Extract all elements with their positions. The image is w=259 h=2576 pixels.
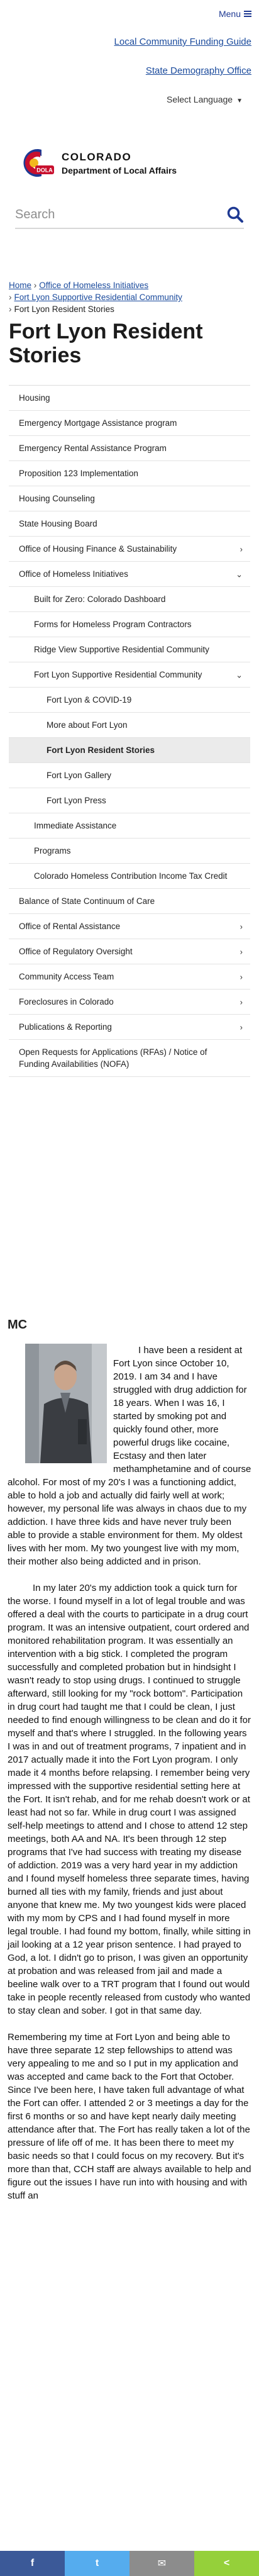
breadcrumb-office-of-homeless-initiatives[interactable]: Office of Homeless Initiatives [39, 281, 148, 290]
chevron-right-icon[interactable]: › [240, 971, 243, 983]
sidebar-item-housing-counseling[interactable]: Housing Counseling [9, 486, 250, 511]
menu-label: Menu [218, 9, 241, 19]
sidebar-item-label: Programs [34, 846, 71, 856]
chevron-down-icon: ▼ [236, 98, 243, 104]
chevron-right-icon[interactable]: › [240, 945, 243, 957]
sidebar-item-label: Immediate Assistance [34, 821, 117, 830]
menu-button[interactable]: Menu [219, 9, 251, 19]
sidebar-item-colorado-homeless-contribution-income-tax-credit[interactable]: Colorado Homeless Contribution Income Ta… [9, 864, 250, 889]
sidebar-item-forms-for-homeless-program-contractors[interactable]: Forms for Homeless Program Contractors [9, 612, 250, 637]
chevron-right-icon[interactable]: › [240, 996, 243, 1008]
sidebar-item-housing[interactable]: Housing [9, 386, 250, 411]
sidebar-item-office-of-regulatory-oversight[interactable]: Office of Regulatory Oversight › [9, 939, 250, 964]
share-icon[interactable]: < [194, 2551, 259, 2576]
sidebar-item-label: Fort Lyon & COVID-19 [47, 695, 132, 705]
chevron-down-icon[interactable]: ⌄ [236, 669, 243, 681]
share-bar: f t ✉ < [0, 2551, 259, 2576]
sidebar-item-office-of-homeless-initiatives[interactable]: Office of Homeless Initiatives ⌄ [9, 562, 250, 587]
link-state-demography-office[interactable]: State Demography Office [146, 65, 251, 76]
search-icon[interactable] [226, 206, 244, 223]
sidebar-item-label: Fort Lyon Gallery [47, 771, 112, 780]
side-navigation: Housing Emergency Mortgage Assistance pro… [9, 385, 250, 1077]
language-selector[interactable]: Select Language ▼ [167, 94, 243, 104]
resident-photo [25, 1344, 107, 1463]
sidebar-item-fort-lyon-covid-19[interactable]: Fort Lyon & COVID-19 [9, 688, 250, 713]
sidebar-item-label: Fort Lyon Press [47, 796, 106, 805]
sidebar-item-programs[interactable]: Programs [9, 839, 250, 864]
twitter-share-icon[interactable]: t [65, 2551, 130, 2576]
dola-badge: DOLA [36, 167, 53, 174]
logo-department-name: Department of Local Affairs [62, 165, 177, 176]
sidebar-item-fort-lyon-press[interactable]: Fort Lyon Press [9, 788, 250, 813]
sidebar-item-proposition-123-implementation[interactable]: Proposition 123 Implementation [9, 461, 250, 486]
main-content: MC I have been a resident at Fort Lyon s… [8, 1318, 251, 2216]
page-title: Fort Lyon Resident Stories [9, 320, 203, 367]
sidebar-item-emergency-mortgage-assistance-program[interactable]: Emergency Mortgage Assistance program [9, 411, 250, 436]
sidebar-item-label: More about Fort Lyon [47, 720, 128, 730]
sidebar-item-publications-reporting[interactable]: Publications & Reporting › [9, 1015, 250, 1040]
site-logo[interactable]: DOLA COLORADO Department of Local Affair… [15, 146, 177, 180]
sidebar-item-label: State Housing Board [19, 519, 97, 528]
breadcrumb-home[interactable]: Home [9, 281, 31, 290]
sidebar-item-immediate-assistance[interactable]: Immediate Assistance [9, 813, 250, 839]
breadcrumb-separator-icon: › [9, 293, 12, 302]
sidebar-item-emergency-rental-assistance-program[interactable]: Emergency Rental Assistance Program [9, 436, 250, 461]
sidebar-item-label: Housing Counseling [19, 494, 95, 503]
story-name: MC [8, 1318, 28, 1332]
email-share-icon[interactable]: ✉ [130, 2551, 194, 2576]
sidebar-item-fort-lyon-supportive-residential-community[interactable]: Fort Lyon Supportive Residential Communi… [9, 662, 250, 688]
chevron-right-icon[interactable]: › [240, 1021, 243, 1033]
story-paragraph-2: In my later 20's my addiction took a qui… [8, 1583, 251, 2016]
search-input[interactable]: Search [15, 208, 226, 222]
chevron-right-icon[interactable]: › [240, 543, 243, 555]
hamburger-icon [244, 11, 251, 17]
sidebar-item-balance-of-state-continuum-of-care[interactable]: Balance of State Continuum of Care [9, 889, 250, 914]
sidebar-item-state-housing-board[interactable]: State Housing Board [9, 511, 250, 537]
logo-state-name: COLORADO [62, 150, 132, 163]
language-label: Select Language [167, 94, 233, 104]
breadcrumb: Home › Office of Homeless Initiatives › Fo… [9, 280, 182, 316]
sidebar-item-label: Fort Lyon Resident Stories [47, 745, 155, 755]
sidebar-item-label: Open Requests for Applications (RFAs) / … [19, 1047, 207, 1069]
facebook-share-icon[interactable]: f [0, 2551, 65, 2576]
sidebar-item-fort-lyon-gallery[interactable]: Fort Lyon Gallery [9, 763, 250, 788]
sidebar-item-label: Emergency Rental Assistance Program [19, 443, 167, 453]
sidebar-item-label: Colorado Homeless Contribution Income Ta… [34, 871, 228, 881]
breadcrumb-fort-lyon-community[interactable]: Fort Lyon Supportive Residential Communi… [14, 293, 182, 302]
sidebar-item-label: Fort Lyon Supportive Residential Communi… [34, 670, 202, 679]
sidebar-item-label: Foreclosures in Colorado [19, 997, 114, 1006]
sidebar-item-office-of-housing-finance-sustainability[interactable]: Office of Housing Finance & Sustainabili… [9, 537, 250, 562]
sidebar-item-label: Forms for Homeless Program Contractors [34, 620, 192, 629]
sidebar-item-label: Ridge View Supportive Residential Commun… [34, 645, 209, 654]
sidebar-item-ridge-view-supportive-residential-community[interactable]: Ridge View Supportive Residential Commun… [9, 637, 250, 662]
colorado-c-logo-icon: DOLA [15, 146, 57, 180]
sidebar-item-label: Built for Zero: Colorado Dashboard [34, 594, 166, 604]
breadcrumb-separator-icon: › [9, 304, 12, 314]
sidebar-item-community-access-team[interactable]: Community Access Team › [9, 964, 250, 990]
sidebar-item-label: Office of Housing Finance & Sustainabili… [19, 544, 177, 554]
sidebar-item-built-for-zero-colorado-dashboard[interactable]: Built for Zero: Colorado Dashboard [9, 587, 250, 612]
sidebar-item-foreclosures-in-colorado[interactable]: Foreclosures in Colorado › [9, 990, 250, 1015]
sidebar-item-label: Balance of State Continuum of Care [19, 896, 155, 906]
sidebar-item-more-about-fort-lyon[interactable]: More about Fort Lyon [9, 713, 250, 738]
chevron-down-icon[interactable]: ⌄ [236, 568, 243, 580]
breadcrumb-separator-icon: › [31, 281, 37, 290]
story-paragraph-3: Remembering my time at Fort Lyon and bei… [8, 2032, 251, 2201]
breadcrumb-current: Fort Lyon Resident Stories [14, 304, 114, 314]
sidebar-item-label: Housing [19, 393, 50, 403]
utility-bar: Menu Local Community Funding Guide State… [0, 0, 259, 82]
sidebar-item-fort-lyon-resident-stories[interactable]: Fort Lyon Resident Stories [9, 738, 250, 763]
chevron-right-icon[interactable]: › [240, 920, 243, 932]
link-local-community-funding-guide[interactable]: Local Community Funding Guide [114, 36, 251, 47]
search-bar: Search [15, 201, 244, 229]
sidebar-item-label: Office of Homeless Initiatives [19, 569, 128, 579]
sidebar-item-label: Community Access Team [19, 972, 114, 981]
sidebar-item-label: Publications & Reporting [19, 1022, 112, 1032]
sidebar-item-label: Office of Rental Assistance [19, 922, 121, 931]
sidebar-item-label: Office of Regulatory Oversight [19, 947, 133, 956]
sidebar-item-office-of-rental-assistance[interactable]: Office of Rental Assistance › [9, 914, 250, 939]
sidebar-item-open-requests-for-applications-rfas-notice-of-funding-availabilities-nofa[interactable]: Open Requests for Applications (RFAs) / … [9, 1040, 250, 1077]
sidebar-item-label: Emergency Mortgage Assistance program [19, 418, 177, 428]
sidebar-item-label: Proposition 123 Implementation [19, 469, 138, 478]
